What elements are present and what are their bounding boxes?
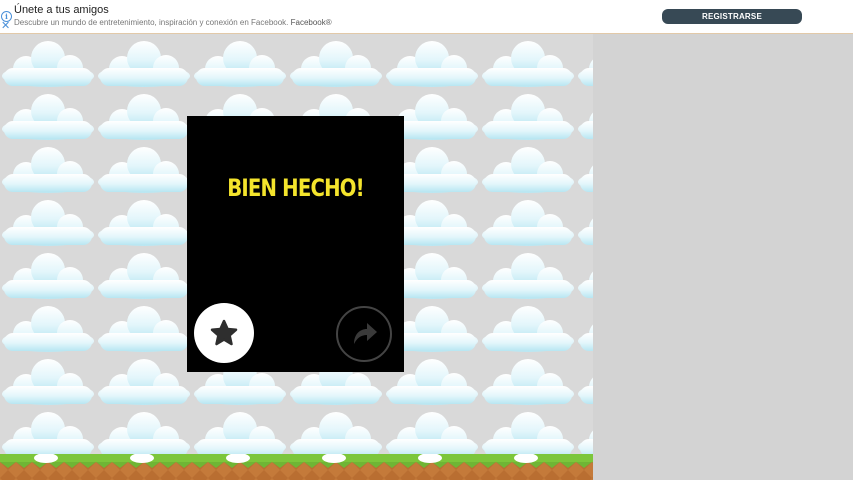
ad-brand: Facebook® <box>290 18 332 27</box>
ground <box>0 454 593 480</box>
ad-description-text: Descubre un mundo de entretenimiento, in… <box>14 18 289 27</box>
share-button[interactable] <box>336 306 392 362</box>
ad-title: Únete a tus amigos <box>14 4 109 16</box>
dialog-title: BIEN HECHO! <box>227 174 364 202</box>
side-panel <box>593 34 853 480</box>
level-complete-dialog: BIEN HECHO! <box>187 116 404 372</box>
star-icon <box>210 319 238 346</box>
ad-description: Descubre un mundo de entretenimiento, in… <box>14 18 332 27</box>
ad-banner[interactable]: i ✕ Únete a tus amigos Descubre un mundo… <box>0 0 853 34</box>
close-icon[interactable]: ✕ <box>1 21 10 32</box>
register-button[interactable]: REGISTRARSE <box>662 9 802 24</box>
star-button[interactable] <box>194 303 254 363</box>
share-arrow-icon <box>354 323 377 344</box>
